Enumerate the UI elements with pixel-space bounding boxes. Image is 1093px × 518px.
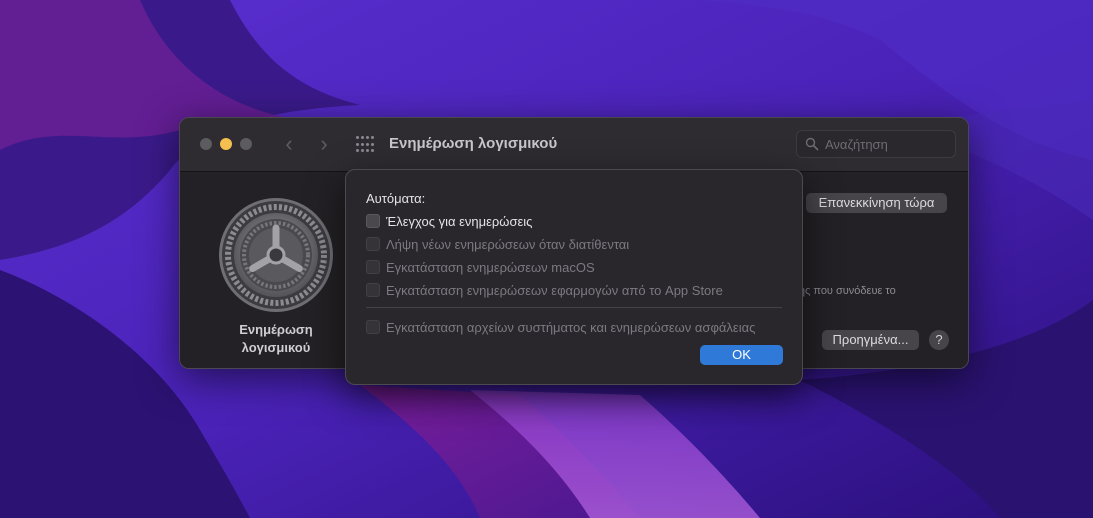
zoom-window-button[interactable] [240, 138, 252, 150]
back-button[interactable]: ‹ [278, 132, 300, 156]
checkbox [366, 283, 380, 297]
automatic-updates-sheet: Αυτόματα: Έλεγχος για ενημερώσεις Λήψη ν… [345, 169, 803, 385]
download-updates-option: Λήψη νέων ενημερώσεων όταν διατίθενται [366, 236, 629, 252]
checkbox[interactable] [366, 214, 380, 228]
ok-button[interactable]: OK [700, 345, 783, 365]
gear-icon [219, 198, 333, 312]
option-label: Εγκατάσταση ενημερώσεων εφαρμογών από το… [386, 282, 723, 298]
option-label: Έλεγχος για ενημερώσεις [386, 213, 533, 229]
search-field[interactable]: Αναζήτηση [796, 130, 956, 158]
install-macos-updates-option: Εγκατάσταση ενημερώσεων macOS [366, 259, 595, 275]
advanced-button[interactable]: Προηγμένα... [822, 330, 919, 350]
separator [366, 307, 782, 308]
restart-now-button[interactable]: Επανεκκίνηση τώρα [806, 193, 947, 213]
checkbox [366, 237, 380, 251]
pane-label: Ενημέρωση λογισμικού [239, 322, 313, 355]
show-all-grid-icon[interactable] [356, 136, 374, 154]
install-app-store-updates-option: Εγκατάσταση ενημερώσεων εφαρμογών από το… [366, 282, 723, 298]
forward-button[interactable]: › [313, 132, 335, 156]
option-label: Εγκατάσταση αρχείων συστήματος και ενημε… [386, 319, 756, 335]
option-label: Εγκατάσταση ενημερώσεων macOS [386, 259, 595, 275]
check-for-updates-option[interactable]: Έλεγχος για ενημερώσεις [366, 213, 532, 229]
minimize-window-button[interactable] [220, 138, 232, 150]
install-security-updates-option: Εγκατάσταση αρχείων συστήματος και ενημε… [366, 319, 755, 335]
search-icon [805, 137, 819, 151]
window-title: Ενημέρωση λογισμικού [389, 135, 558, 152]
search-placeholder: Αναζήτηση [825, 137, 888, 152]
checkbox [366, 320, 380, 334]
sheet-heading: Αυτόματα: [366, 191, 426, 206]
checkbox [366, 260, 380, 274]
option-label: Λήψη νέων ενημερώσεων όταν διατίθενται [386, 236, 630, 252]
window-titlebar: ‹ › Ενημέρωση λογισμικού Αναζήτηση [180, 118, 968, 172]
close-window-button[interactable] [200, 138, 212, 150]
help-button[interactable]: ? [929, 330, 949, 350]
